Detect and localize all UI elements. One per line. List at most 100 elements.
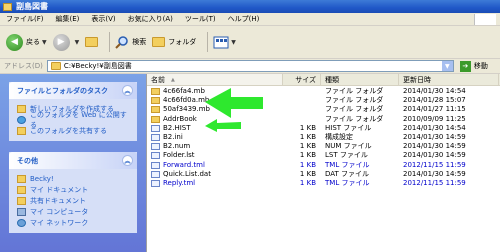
collapse-icon[interactable]: ︽	[122, 155, 133, 166]
address-input[interactable]: C:¥Becky!¥副島図書 ▼	[46, 60, 454, 72]
place-label: マイ ドキュメント	[30, 185, 89, 194]
place-shared-documents[interactable]: 共有ドキュメント	[17, 195, 131, 206]
collapse-icon[interactable]: ︽	[122, 85, 133, 96]
file-date: 2014/01/30 14:59	[403, 169, 466, 178]
file-row[interactable]: Reply.tml 1 KB TML ファイル 2012/11/15 11:59	[147, 179, 500, 188]
search-icon	[115, 36, 128, 49]
file-list-pane: 名前 ▲ サイズ 種類 更新日時 4c66fa4.mb ファイル フォルダ 2014/…	[146, 74, 500, 252]
file-row[interactable]: B2.HIST 1 KB HIST ファイル 2014/01/30 14:54	[147, 124, 500, 133]
file-type: ファイル フォルダ	[325, 87, 384, 96]
toolbar: ◀ 戻る ▼ ▶ ▼ 検索 フォルダ ▼	[0, 26, 500, 59]
chevron-down-icon: ▼	[74, 38, 80, 46]
file-date: 2012/11/15 11:59	[403, 160, 466, 169]
tasks-panel-header[interactable]: ファイルとフォルダのタスク ︽	[9, 82, 137, 99]
column-date-label: 更新日時	[403, 75, 431, 84]
file-date: 2014/01/30 14:59	[403, 142, 466, 151]
file-list: 4c66fa4.mb ファイル フォルダ 2014/01/30 14:54 4c66f…	[147, 86, 500, 188]
file-name: B2.num	[163, 142, 191, 151]
file-row[interactable]: B2.num 1 KB NUM ファイル 2014/01/30 14:59	[147, 142, 500, 151]
file-name-cell: B2.num	[147, 142, 283, 151]
menu-favorites[interactable]: お気に入り(A)	[128, 14, 173, 24]
place-my-computer[interactable]: マイ コンピュータ	[17, 206, 131, 217]
menu-view[interactable]: 表示(V)	[91, 14, 115, 24]
chevron-down-icon[interactable]: ▼	[441, 61, 453, 71]
file-icon	[151, 143, 160, 151]
search-label: 検索	[132, 38, 147, 46]
search-button[interactable]: 検索	[115, 35, 146, 49]
place-my-network[interactable]: マイ ネットワーク	[17, 217, 131, 228]
file-row[interactable]: AddrBook ファイル フォルダ 2010/09/09 11:25	[147, 115, 500, 124]
file-size: 1 KB	[299, 133, 316, 142]
file-name: Reply.tml	[163, 178, 196, 187]
file-name-cell: Reply.tml	[147, 179, 283, 188]
file-type: NUM ファイル	[325, 142, 372, 151]
go-button[interactable]: ➔ 移動	[459, 60, 488, 72]
folder-icon	[151, 88, 160, 96]
menu-file[interactable]: ファイル(F)	[6, 14, 44, 24]
file-type: LST ファイル	[325, 151, 368, 160]
column-date[interactable]: 更新日時	[399, 74, 499, 85]
file-name: Folder.lst	[163, 151, 195, 160]
task-publish-web[interactable]: このフォルダを Web に公開する	[17, 111, 131, 129]
file-row[interactable]: 4c66fd0a.mb ファイル フォルダ 2014/01/28 15:07	[147, 96, 500, 105]
folder-icon	[151, 115, 160, 123]
menu-edit[interactable]: 編集(E)	[56, 14, 80, 24]
column-headers: 名前 ▲ サイズ 種類 更新日時	[147, 74, 500, 86]
file-date: 2010/09/09 11:25	[403, 114, 466, 123]
folders-button[interactable]: フォルダ	[152, 37, 196, 47]
file-row[interactable]: 50af3439.mb ファイル フォルダ 2014/01/27 11:15	[147, 105, 500, 114]
file-row[interactable]: Forward.tml 1 KB TML ファイル 2012/11/15 11:59	[147, 161, 500, 170]
column-size-label: サイズ	[295, 75, 316, 84]
place-label: Becky!	[30, 174, 54, 183]
file-size: 1 KB	[299, 169, 316, 178]
file-row[interactable]: Folder.lst 1 KB LST ファイル 2014/01/30 14:59	[147, 151, 500, 160]
annotation-arrow-small	[205, 119, 241, 132]
new-folder-icon	[17, 104, 26, 113]
file-date: 2014/01/30 14:59	[403, 133, 466, 142]
file-date: 2014/01/30 14:54	[403, 123, 466, 132]
column-name[interactable]: 名前 ▲	[147, 74, 283, 85]
place-my-documents[interactable]: マイ ドキュメント	[17, 184, 131, 195]
menu-tools[interactable]: ツール(T)	[185, 14, 216, 24]
folder-icon	[17, 174, 26, 183]
back-button[interactable]: ◀ 戻る ▼	[6, 33, 47, 51]
toolbar-separator	[207, 32, 209, 52]
file-name: B2.HIST	[163, 123, 191, 132]
computer-icon	[17, 207, 26, 216]
place-becky[interactable]: Becky!	[17, 173, 131, 184]
my-documents-icon	[17, 185, 26, 194]
file-icon	[151, 170, 160, 178]
address-bar: アドレス(D) C:¥Becky!¥副島図書 ▼ ➔ 移動	[0, 59, 500, 74]
file-type: ファイル フォルダ	[325, 105, 384, 114]
task-label: このフォルダを共有する	[30, 126, 107, 135]
file-row[interactable]: B2.ini 1 KB 構成設定 2014/01/30 14:59	[147, 133, 500, 142]
go-label: 移動	[473, 62, 488, 70]
file-row[interactable]: 4c66fa4.mb ファイル フォルダ 2014/01/30 14:54	[147, 87, 500, 96]
file-name: B2.ini	[163, 133, 183, 142]
window-title: 副島図書	[16, 2, 48, 11]
other-panel-header[interactable]: その他 ︽	[9, 152, 137, 169]
forward-arrow-icon: ▶	[52, 33, 70, 51]
file-name-cell: Forward.tml	[147, 161, 283, 170]
other-panel-title: その他	[17, 156, 38, 165]
folders-label: フォルダ	[168, 38, 197, 46]
column-size[interactable]: サイズ	[283, 74, 321, 85]
file-name-cell: Folder.lst	[147, 151, 283, 160]
file-type: TML ファイル	[325, 160, 370, 169]
file-icon	[151, 124, 160, 132]
file-type: DAT ファイル	[325, 169, 370, 178]
folder-icon	[50, 62, 61, 70]
file-date: 2012/11/15 11:59	[403, 178, 466, 187]
place-label: マイ ネットワーク	[30, 218, 89, 227]
file-date: 2014/01/28 15:07	[403, 96, 466, 105]
up-folder-button[interactable]	[85, 37, 99, 47]
column-type[interactable]: 種類	[321, 74, 399, 85]
folders-icon	[152, 37, 166, 47]
forward-button[interactable]: ▶ ▼	[52, 33, 80, 51]
views-button[interactable]: ▼	[213, 36, 236, 49]
file-row[interactable]: Quick.List.dat 1 KB DAT ファイル 2014/01/30 14:…	[147, 170, 500, 179]
other-places-panel: その他 ︽ Becky! マイ ドキュメント 共有ドキュメント マイ コンピュー…	[9, 152, 137, 233]
menu-help[interactable]: ヘルプ(H)	[228, 14, 260, 24]
globe-icon	[17, 115, 26, 124]
file-size: 1 KB	[299, 178, 316, 187]
